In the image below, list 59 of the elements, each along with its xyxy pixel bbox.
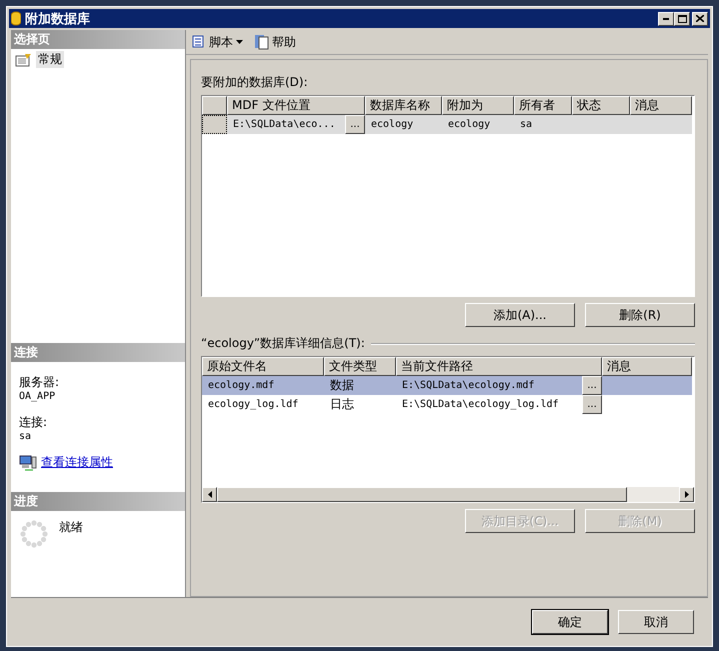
field-label: 连接: — [19, 414, 48, 431]
column-header[interactable]: 消息 — [602, 357, 692, 376]
browse-button[interactable]: ... — [582, 395, 602, 414]
spinner-icon — [19, 519, 49, 549]
add-button[interactable]: 添加(A)... — [465, 303, 575, 327]
section-label: “ecology”数据库详细信息(T): — [201, 335, 365, 352]
column-header[interactable]: 附加为 — [442, 96, 514, 115]
column-header[interactable]: 数据库名称 — [365, 96, 442, 115]
column-header[interactable]: 消息 — [630, 96, 692, 115]
remove-button[interactable]: 删除(R) — [585, 303, 695, 327]
table-cell: E:\SQLData\ecology.mdf ... — [396, 376, 602, 395]
left-arrow-icon — [208, 491, 212, 498]
close-icon — [696, 15, 704, 22]
help-button[interactable]: 帮助 — [253, 34, 296, 50]
table-cell: ecology — [442, 115, 514, 134]
table-cell-text: 日志 — [329, 396, 355, 413]
column-header[interactable]: 当前文件路径 — [396, 357, 602, 376]
maximize-button[interactable] — [674, 12, 690, 26]
window-title: 附加数据库 — [25, 10, 90, 28]
table-cell: E:\SQLData\ecology_log.ldf ... — [396, 395, 602, 414]
table-cell: ecology.mdf — [202, 376, 324, 395]
column-header[interactable]: MDF 文件位置 — [227, 96, 365, 115]
table-cell: ecology — [365, 115, 442, 134]
table-cell: 数据 — [324, 376, 396, 395]
ok-button[interactable]: 确定 — [532, 610, 608, 634]
section-header: 选择页 — [11, 30, 185, 49]
close-button[interactable] — [692, 12, 708, 26]
minimize-icon — [663, 18, 669, 20]
right-arrow-icon — [684, 491, 688, 498]
caret-icon — [236, 40, 243, 44]
database-icon — [11, 11, 21, 26]
horizontal-scrollbar[interactable] — [202, 487, 694, 502]
field-label: 服务器: — [19, 374, 60, 391]
table-cell: E:\SQLData\eco... ... — [227, 115, 365, 134]
section-label: 要附加的数据库(D): — [201, 74, 309, 91]
connection-properties-link[interactable]: 查看连接属性 — [41, 454, 113, 471]
row-header[interactable] — [202, 115, 227, 134]
column-header[interactable]: 文件类型 — [324, 357, 396, 376]
script-button[interactable]: 脚本 — [190, 34, 243, 50]
maximize-icon — [678, 14, 686, 22]
field-value: OA_APP — [19, 391, 56, 402]
page-item[interactable]: 常规 — [36, 51, 64, 68]
browse-button[interactable]: ... — [345, 115, 365, 134]
table-cell-text: ecology_log.ldf — [207, 398, 300, 412]
scroll-icon — [190, 34, 206, 50]
section-header: 进度 — [11, 492, 185, 511]
cancel-button[interactable]: 取消 — [618, 610, 694, 634]
column-header[interactable]: 状态 — [572, 96, 630, 115]
browse-button[interactable]: ... — [582, 376, 602, 395]
column-header[interactable]: 所有者 — [514, 96, 572, 115]
document-icon — [253, 34, 269, 50]
progress-status: 就绪 — [59, 519, 83, 536]
minimize-button[interactable] — [658, 12, 674, 26]
section-header: 连接 — [11, 343, 185, 362]
column-header[interactable]: 原始文件名 — [202, 357, 324, 376]
table-cell: sa — [514, 115, 572, 134]
field-value: sa — [19, 431, 32, 442]
computer-icon — [19, 454, 37, 470]
page-icon — [15, 52, 33, 66]
